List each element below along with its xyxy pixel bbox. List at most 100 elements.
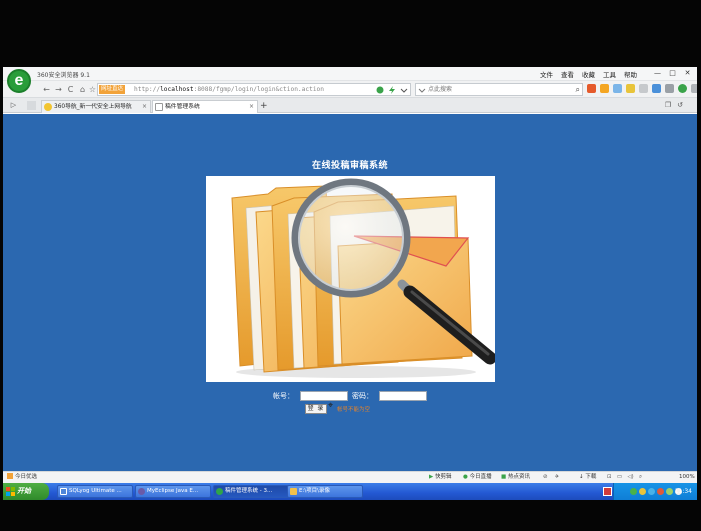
login-form-row: 帐号： 密码： xyxy=(3,390,697,402)
back-button[interactable]: ← xyxy=(41,84,52,95)
password-label: 密码： xyxy=(352,392,373,400)
menu-item-file[interactable]: 文件 xyxy=(540,69,553,79)
start-label: 开始 xyxy=(17,488,31,495)
screen-icon[interactable]: ▭ xyxy=(617,474,622,480)
maximize-button[interactable]: □ xyxy=(667,68,678,78)
live-icon: ● xyxy=(463,474,468,480)
zoom-icon[interactable]: ⌕ xyxy=(639,474,642,480)
hot-news-link[interactable]: ■ 热点资讯 xyxy=(501,472,530,483)
url-bar-icons xyxy=(376,84,408,94)
quick-clip-link[interactable]: ▶ 快剪辑 xyxy=(429,472,452,483)
chevron-down-icon[interactable] xyxy=(400,86,408,94)
tray-icon-5[interactable] xyxy=(666,488,673,495)
refresh-button[interactable]: C xyxy=(65,84,76,95)
password-input[interactable] xyxy=(379,391,427,401)
secure-shield-icon[interactable] xyxy=(376,86,384,94)
download-button[interactable]: ↓ 下载 xyxy=(579,472,596,483)
menu-item-tools[interactable]: 工具 xyxy=(603,69,616,79)
search-input[interactable] xyxy=(428,85,568,94)
start-button[interactable]: 开始 xyxy=(3,483,49,500)
search-box[interactable]: ⌕ xyxy=(415,83,583,96)
menu-item-help[interactable]: 帮助 xyxy=(624,69,637,79)
tray-icon-3[interactable] xyxy=(648,488,655,495)
lightning-icon[interactable] xyxy=(388,86,396,94)
search-engine-icon[interactable] xyxy=(418,86,426,94)
undo-close-icon[interactable]: ↺ xyxy=(677,101,683,109)
live-today-link[interactable]: ● 今日直播 xyxy=(463,472,492,483)
login-button[interactable]: 登 录 xyxy=(305,404,327,414)
extension-icon-8[interactable] xyxy=(678,84,687,93)
browser-logo-icon: e xyxy=(7,69,31,93)
mouse-cursor-icon: ⌖ xyxy=(328,401,334,411)
taskbar-item-label: E:\项目\录像 xyxy=(299,488,331,494)
extension-icon-9[interactable] xyxy=(691,84,697,93)
forward-button[interactable]: → xyxy=(53,84,64,95)
extension-icon-4[interactable] xyxy=(626,84,635,93)
myeclipse-icon xyxy=(138,488,145,495)
download-icon: ↓ xyxy=(579,474,584,480)
pin-icon[interactable]: ✈ xyxy=(555,474,560,480)
tab-close-icon[interactable]: × xyxy=(249,101,254,113)
browser-title-bar: 360安全浏览器 9.1 文件 查看 收藏 工具 帮助 — □ ✕ xyxy=(3,67,697,81)
page-content: 在线投稿审稿系统 帐号： 密码： 登 录 ⌖ 帐号不能为空 xyxy=(3,114,697,471)
sqlyog-icon xyxy=(60,488,67,495)
download-label: 下载 xyxy=(585,474,597,480)
browser-toolbar: ← → C ⌂ ☆ 网址直达 http://localhost:8088/fgm… xyxy=(3,81,697,98)
tray-icon-4[interactable] xyxy=(657,488,664,495)
folder-icon xyxy=(290,488,297,495)
taskbar-item-label: SQLyog Ultimate ... xyxy=(69,488,122,494)
sidebar-toggle-icon[interactable]: ▷ xyxy=(9,101,18,110)
taskbar-item-myeclipse[interactable]: MyEclipse Java E... xyxy=(135,485,211,498)
tray-s-icon[interactable] xyxy=(603,487,612,496)
page-icon[interactable] xyxy=(27,101,36,110)
browser-title: 360安全浏览器 9.1 xyxy=(37,72,90,79)
taskbar-clock[interactable]: 11:34 xyxy=(675,483,692,500)
menu-item-favorites[interactable]: 收藏 xyxy=(582,69,595,79)
tab-list-icon[interactable]: ❐ xyxy=(665,101,671,109)
window-controls: — □ ✕ xyxy=(652,68,693,78)
menu-item-view[interactable]: 查看 xyxy=(561,69,574,79)
tab-close-icon[interactable]: × xyxy=(142,101,147,113)
folder-magnifier-image xyxy=(206,176,495,382)
tray-icon-1[interactable] xyxy=(630,488,637,495)
url-path: :8088/fgmp/login/login&ction.action xyxy=(193,86,324,93)
taskbar-item-sqlyog[interactable]: SQLyog Ultimate ... xyxy=(57,485,133,498)
daily-picks-link[interactable]: 今日优选 xyxy=(7,472,37,483)
status-tools: ⊘ ✈ xyxy=(543,472,564,483)
extension-icon-6[interactable] xyxy=(652,84,661,93)
extension-icon-7[interactable] xyxy=(665,84,674,93)
tab-page-icon xyxy=(155,103,163,111)
folder-magnifier-illustration xyxy=(206,176,495,382)
screen-frame: 360安全浏览器 9.1 文件 查看 收藏 工具 帮助 — □ ✕ e ← → … xyxy=(0,0,701,531)
desktop-screen: 360安全浏览器 9.1 文件 查看 收藏 工具 帮助 — □ ✕ e ← → … xyxy=(3,67,697,500)
tab-bar-actions: ❐ ↺ xyxy=(665,101,683,109)
tray-icon-2[interactable] xyxy=(639,488,646,495)
tab-manuscript-system[interactable]: 稿件管理系统 × xyxy=(152,100,258,113)
account-input[interactable] xyxy=(300,391,348,401)
tab-favicon-icon xyxy=(44,103,52,111)
browser-status-bar: 今日优选 ▶ 快剪辑 ● 今日直播 ■ 热点资讯 ⊘ ✈ ↓ 下载 ⊡ ▭ ◁)… xyxy=(3,471,697,483)
url-direct-badge[interactable]: 网址直达 xyxy=(99,85,126,94)
search-icon[interactable]: ⌕ xyxy=(576,84,580,95)
url-text[interactable]: http://localhost:8088/fgmp/login/login&c… xyxy=(134,85,324,95)
extension-icon-1[interactable] xyxy=(587,84,596,93)
tab-label: 稿件管理系统 xyxy=(165,104,200,110)
address-bar[interactable]: 网址直达 http://localhost:8088/fgmp/login/lo… xyxy=(97,83,411,96)
live-today-label: 今日直播 xyxy=(469,474,492,480)
speaker-icon[interactable]: ◁) xyxy=(627,474,633,480)
minimize-button[interactable]: — xyxy=(652,68,663,78)
windows-flag-icon xyxy=(6,487,15,496)
daily-picks-icon xyxy=(7,473,13,479)
extension-icon-5[interactable] xyxy=(639,84,648,93)
close-window-button[interactable]: ✕ xyxy=(682,68,693,78)
taskbar-item-manuscript-system[interactable]: 稿件管理系统 - 3... xyxy=(213,485,289,498)
extension-icon-3[interactable] xyxy=(613,84,622,93)
restore-icon[interactable]: ⊡ xyxy=(607,474,612,480)
zoom-level[interactable]: 100% xyxy=(679,472,695,483)
shield-icon[interactable]: ⊘ xyxy=(543,474,548,480)
extension-icon-2[interactable] xyxy=(600,84,609,93)
taskbar-item-folder[interactable]: E:\项目\录像 xyxy=(287,485,363,498)
new-tab-button[interactable]: + xyxy=(260,100,268,112)
tab-360-navigation[interactable]: 360导航_新一代安全上网导航 × xyxy=(41,100,151,113)
url-prefix: http:// xyxy=(134,86,161,93)
